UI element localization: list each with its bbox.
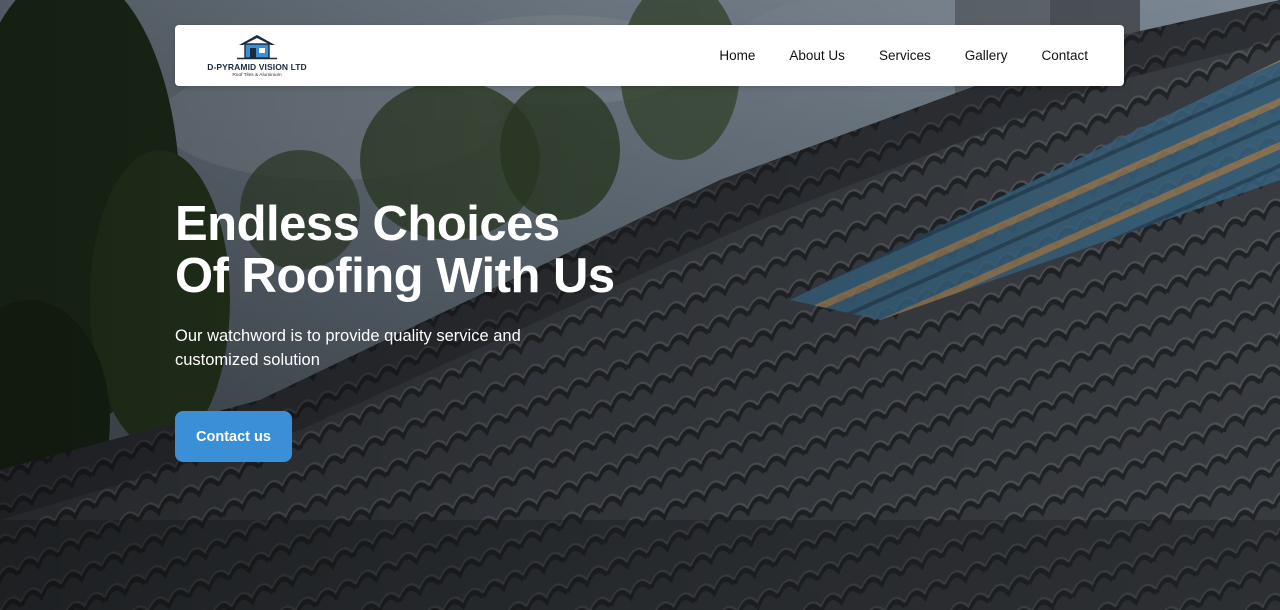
hero-headline-line-2: Of Roofing With Us <box>175 249 615 303</box>
nav-link-gallery[interactable]: Gallery <box>965 48 1008 63</box>
hero-section: D-PYRAMID VISION LTD Roof Tiles & Alumin… <box>0 0 1280 610</box>
nav-link-services[interactable]: Services <box>879 48 931 63</box>
hero-headline: Endless Choices Of Roofing With Us <box>175 198 735 302</box>
contact-us-button[interactable]: Contact us <box>175 411 292 462</box>
hero-subtext: Our watchword is to provide quality serv… <box>175 327 521 369</box>
house-roof-icon <box>237 35 277 60</box>
brand-tagline: Roof Tiles & Aluminium <box>232 73 282 78</box>
main-nav: Home About Us Services Gallery Contact <box>719 48 1088 63</box>
hero-headline-line-1: Endless Choices <box>175 197 560 251</box>
navbar: D-PYRAMID VISION LTD Roof Tiles & Alumin… <box>175 25 1124 86</box>
nav-link-contact[interactable]: Contact <box>1041 48 1088 63</box>
hero-content: Endless Choices Of Roofing With Us Our w… <box>175 198 735 372</box>
brand-logo[interactable]: D-PYRAMID VISION LTD Roof Tiles & Alumin… <box>201 33 313 78</box>
nav-link-home[interactable]: Home <box>719 48 755 63</box>
nav-link-about-us[interactable]: About Us <box>789 48 845 63</box>
brand-name: D-PYRAMID VISION LTD <box>207 62 307 72</box>
